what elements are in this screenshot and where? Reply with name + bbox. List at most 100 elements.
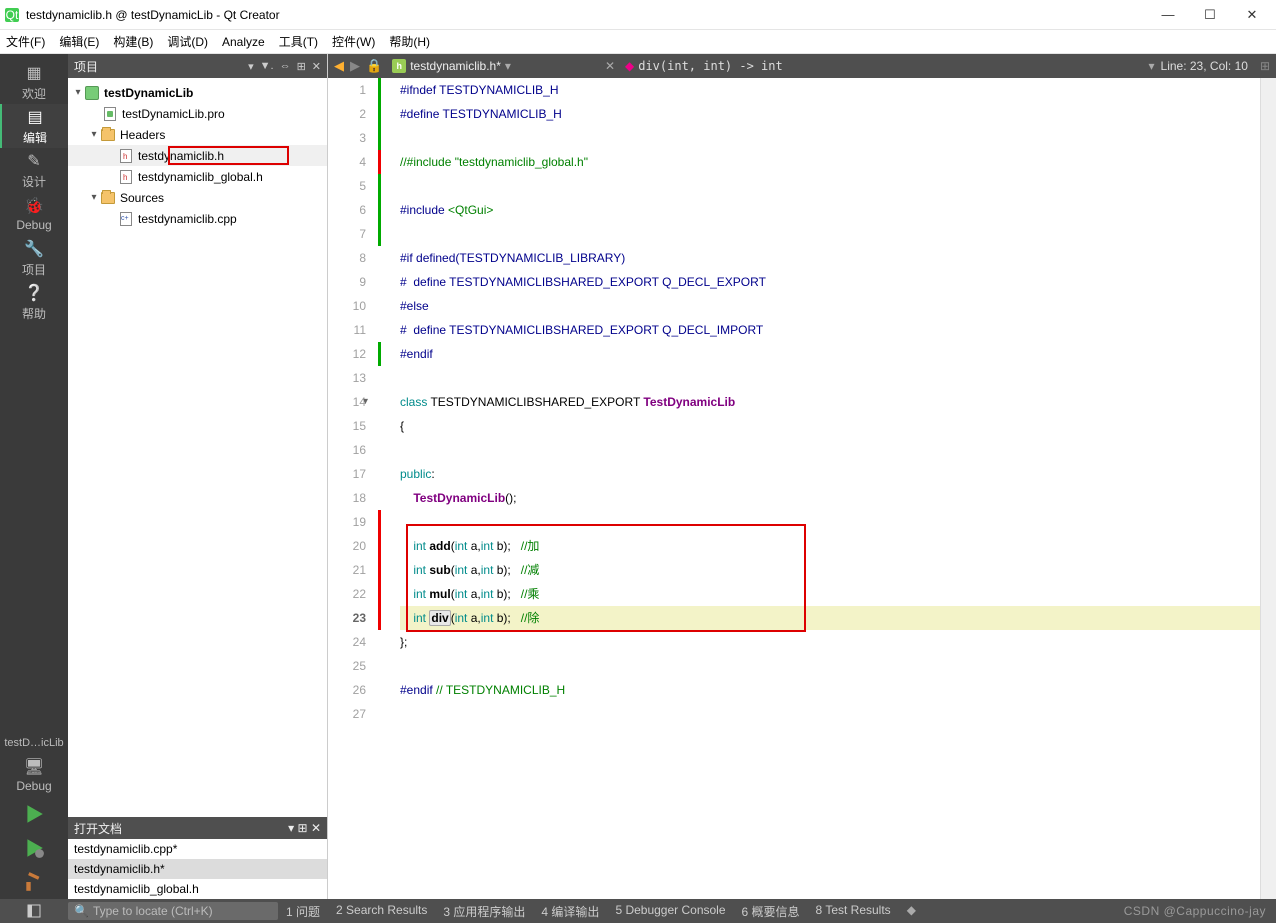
menu-edit[interactable]: 编辑(E) [59, 33, 99, 50]
pane-app-output[interactable]: 3 应用程序输出 [443, 903, 525, 920]
lock-icon[interactable]: 🔒 [366, 58, 382, 74]
search-icon: 🔍 [74, 904, 89, 918]
svg-text:Qt: Qt [6, 8, 19, 22]
tree-h2-label: testdynamiclib_global.h [138, 170, 263, 184]
help-icon: ❔ [24, 283, 44, 303]
mode-projects-label: 项目 [22, 261, 46, 278]
window-title: testdynamiclib.h @ testDynamicLib - Qt C… [26, 8, 1156, 22]
open-doc-item[interactable]: testdynamiclib_global.h [68, 879, 327, 899]
split-icon[interactable]: ⊞ [297, 60, 306, 73]
tree-root[interactable]: ▾ testDynamicLib [68, 82, 327, 103]
menu-widgets[interactable]: 控件(W) [332, 33, 375, 50]
close-panel-icon[interactable]: ✕ [312, 60, 321, 73]
window-close-button[interactable]: ✕ [1240, 7, 1264, 23]
nav-back-icon[interactable]: ◀ [334, 58, 344, 74]
tree-pro-file[interactable]: testDynamicLib.pro [68, 103, 327, 124]
close-icon[interactable]: ✕ [605, 59, 615, 73]
split-icon[interactable]: ⊞ [1260, 59, 1270, 73]
tree-cpp-file-1[interactable]: testdynamiclib.cpp [68, 208, 327, 229]
code-content[interactable]: #ifndef TESTDYNAMICLIB_H #define TESTDYN… [384, 78, 1260, 899]
close-panel-icon[interactable]: ✕ [311, 821, 321, 835]
kit-selector-project[interactable]: testD…icLib [4, 737, 63, 749]
cpp-file-icon [120, 212, 132, 226]
open-doc-item[interactable]: testdynamiclib.cpp* [68, 839, 327, 859]
menu-help[interactable]: 帮助(H) [389, 33, 430, 50]
chevron-down-icon[interactable]: ▾ [505, 59, 511, 73]
open-doc-item[interactable]: testdynamiclib.h* [68, 859, 327, 879]
split-icon[interactable]: ⊞ [298, 821, 308, 835]
grid-icon: ▦ [24, 63, 44, 83]
filter-icon[interactable]: ▼. [260, 60, 274, 73]
kit-label: Debug [16, 779, 51, 793]
build-button[interactable] [0, 865, 68, 899]
vertical-scrollbar[interactable] [1260, 78, 1276, 899]
h-file-icon: h [392, 59, 406, 73]
mode-design-label: 设计 [22, 173, 46, 190]
menu-analyze[interactable]: Analyze [222, 35, 265, 49]
mode-help-label: 帮助 [22, 305, 46, 322]
mode-edit[interactable]: ▤ 编辑 [0, 104, 68, 148]
project-panel-header: 项目 ▾ ▼. ⇔ ⊞ ✕ [68, 54, 327, 78]
editor-filename: testdynamiclib.h* [410, 59, 501, 73]
h-file-icon [120, 170, 132, 184]
mode-debug[interactable]: 🐞 Debug [0, 192, 68, 236]
panes-chevron-icon[interactable]: ◆ [907, 903, 916, 920]
editor-function-name: div(int, int) -> int [638, 59, 783, 73]
run-button[interactable] [0, 797, 68, 831]
h-file-icon [120, 149, 132, 163]
mode-sidebar: ▦ 欢迎 ▤ 编辑 ✎ 设计 🐞 Debug 🔧 项目 ❔ 帮助 testD…i… [0, 54, 68, 899]
pane-issues[interactable]: 1 问题 [286, 903, 320, 920]
method-icon: ◆ [625, 59, 634, 73]
window-maximize-button[interactable]: ☐ [1198, 7, 1222, 23]
project-tree: ▾ testDynamicLib testDynamicLib.pro ▾ He… [68, 78, 327, 817]
pane-tests[interactable]: 8 Test Results [816, 903, 891, 920]
link-icon[interactable]: ⇔ [280, 60, 291, 73]
toggle-sidebar-button[interactable] [0, 904, 68, 918]
window-minimize-button[interactable]: — [1156, 7, 1180, 23]
watermark-text: CSDN @Cappuccino-jay [1124, 904, 1276, 918]
tree-header-file-2[interactable]: testdynamiclib_global.h [68, 166, 327, 187]
kit-selector[interactable]: 🖥 Debug [0, 753, 68, 797]
open-documents-list: testdynamiclib.cpp* testdynamiclib.h* te… [68, 839, 327, 899]
open-documents-header: 打开文档 ▾ ⊞ ✕ [68, 817, 327, 839]
pro-file-icon [104, 107, 116, 121]
code-editor[interactable]: 1234 5678 9101112 1314▾1516 17181920 212… [328, 78, 1276, 899]
side-panel: 项目 ▾ ▼. ⇔ ⊞ ✕ ▾ testDynamicLib testDynam… [68, 54, 328, 899]
menu-file[interactable]: 文件(F) [6, 33, 45, 50]
menu-build[interactable]: 构建(B) [113, 33, 153, 50]
menubar: 文件(F) 编辑(E) 构建(B) 调试(D) Analyze 工具(T) 控件… [0, 30, 1276, 54]
chevron-down-icon[interactable]: ▾ [1149, 59, 1155, 73]
tree-header-file-1[interactable]: testdynamiclib.h [68, 145, 327, 166]
mode-edit-label: 编辑 [23, 129, 47, 146]
dropdown-icon[interactable]: ▾ [248, 60, 254, 73]
dropdown-icon[interactable]: ▾ [288, 821, 294, 835]
tree-headers-folder[interactable]: ▾ Headers [68, 124, 327, 145]
menu-debug[interactable]: 调试(D) [167, 33, 208, 50]
change-markbar [376, 78, 384, 899]
menu-tools[interactable]: 工具(T) [279, 33, 318, 50]
pane-compile-output[interactable]: 4 编译输出 [541, 903, 599, 920]
pane-search[interactable]: 2 Search Results [336, 903, 427, 920]
window-titlebar: Qt testdynamiclib.h @ testDynamicLib - Q… [0, 0, 1276, 30]
pane-debugger[interactable]: 5 Debugger Console [615, 903, 725, 920]
editor-toolbar: ◀ ▶ 🔒 h testdynamiclib.h* ▾ ✕ ◆ div(int,… [328, 54, 1276, 78]
open-docs-title: 打开文档 [74, 820, 122, 837]
folder-icon [101, 129, 115, 141]
mode-help[interactable]: ❔ 帮助 [0, 280, 68, 324]
bug-icon: 🐞 [24, 196, 44, 216]
tree-headers-label: Headers [120, 128, 165, 142]
editor-line-col[interactable]: Line: 23, Col: 10 [1161, 59, 1248, 73]
debug-run-button[interactable] [0, 831, 68, 865]
status-bar: 🔍 Type to locate (Ctrl+K) 1 问题 2 Search … [0, 899, 1276, 923]
mode-design[interactable]: ✎ 设计 [0, 148, 68, 192]
mode-debug-label: Debug [16, 218, 51, 232]
pane-general[interactable]: 6 概要信息 [742, 903, 800, 920]
mode-welcome[interactable]: ▦ 欢迎 [0, 60, 68, 104]
tree-sources-folder[interactable]: ▾ Sources [68, 187, 327, 208]
nav-forward-icon[interactable]: ▶ [350, 58, 360, 74]
mode-welcome-label: 欢迎 [22, 85, 46, 102]
locator-input[interactable]: 🔍 Type to locate (Ctrl+K) [68, 902, 278, 920]
mode-projects[interactable]: 🔧 项目 [0, 236, 68, 280]
editor-symbol-selector[interactable]: ◆ div(int, int) -> int [625, 59, 783, 73]
editor-file-selector[interactable]: h testdynamiclib.h* ▾ ✕ [392, 59, 615, 73]
